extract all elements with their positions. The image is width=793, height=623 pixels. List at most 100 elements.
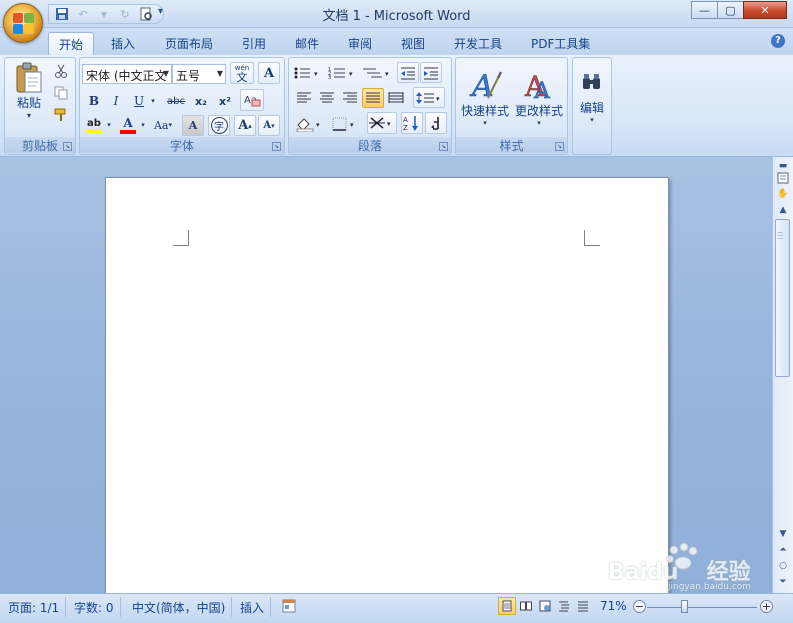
paste-dropdown-icon[interactable]: ▾ (27, 111, 31, 120)
font-size-combo[interactable]: 五号 ▼ (172, 64, 226, 84)
paste-label: 粘贴 (16, 96, 41, 110)
minimize-button[interactable]: — (691, 1, 718, 19)
outline-view-icon[interactable] (555, 597, 573, 615)
zoom-in-button[interactable]: + (760, 600, 773, 613)
clear-formatting-button[interactable]: Aa (240, 89, 264, 111)
document-page[interactable] (105, 177, 669, 593)
paragraph-group-label: 段落 (289, 137, 451, 153)
editing-button[interactable]: 编辑 ▾ (575, 60, 609, 134)
decrease-indent-button[interactable] (397, 62, 419, 83)
show-marks-button[interactable] (425, 112, 447, 134)
tab-review[interactable]: 审阅 (338, 32, 382, 55)
cut-icon[interactable] (51, 62, 71, 80)
full-screen-reading-icon[interactable] (517, 597, 535, 615)
justify-icon (366, 92, 380, 103)
multilevel-list-button[interactable]: ▾ (361, 63, 393, 83)
tab-page-layout[interactable]: 页面布局 (155, 32, 223, 55)
web-layout-icon[interactable] (536, 597, 554, 615)
zoom-thumb[interactable] (681, 600, 689, 613)
office-button[interactable] (3, 3, 43, 43)
help-icon[interactable]: ? (771, 34, 785, 48)
phonetic-guide-button[interactable]: wén 文 (230, 62, 254, 84)
bold-button[interactable]: B (84, 91, 104, 111)
justify-button[interactable] (362, 88, 384, 108)
highlight-button[interactable]: ab (84, 115, 104, 135)
tab-mailings[interactable]: 邮件 (285, 32, 329, 55)
bullets-button[interactable]: ▾ (291, 63, 325, 83)
next-page-icon[interactable]: ⏷ (775, 575, 791, 589)
font-launcher-icon[interactable]: ↘ (272, 142, 281, 151)
page-count[interactable]: 页面: 1/1 (2, 597, 67, 617)
svg-text:▾: ▾ (350, 121, 354, 129)
change-styles-button[interactable]: A A 更改样式 ▾ (513, 60, 565, 134)
multilevel-list-icon: ▾ (363, 68, 389, 78)
crop-mark-top-right (584, 230, 600, 246)
distribute-button[interactable] (385, 88, 407, 108)
previous-page-icon[interactable]: ⏶ (775, 543, 791, 557)
align-right-button[interactable] (339, 88, 361, 108)
superscript-button[interactable]: x² (214, 91, 236, 111)
sort-button[interactable]: AZ (401, 112, 423, 134)
shading-button[interactable]: ▾ (293, 113, 327, 135)
borders-button[interactable]: ▾ (331, 113, 361, 135)
quick-styles-button[interactable]: A 快速样式 ▾ (459, 60, 511, 134)
line-spacing-button[interactable]: ▾ (413, 87, 445, 108)
highlight-dropdown-icon[interactable]: ▾ (104, 115, 114, 135)
align-left-button[interactable] (293, 88, 315, 108)
shrink-arrow-icon: ▾ (271, 121, 275, 130)
macro-recording-icon[interactable] (276, 597, 302, 617)
font-color-dropdown-icon[interactable]: ▾ (138, 115, 148, 135)
chinese-layout-icon: ▾ (369, 117, 391, 129)
scrollbar-thumb[interactable] (775, 219, 790, 377)
paste-icon (16, 62, 42, 93)
tab-insert[interactable]: 插入 (101, 32, 145, 55)
chinese-layout-button[interactable]: ▾ (367, 112, 397, 134)
zoom-slider[interactable]: − + (633, 598, 773, 616)
paragraph-launcher-icon[interactable]: ↘ (439, 142, 448, 151)
shrink-font-button[interactable]: A ▾ (258, 115, 280, 136)
align-center-button[interactable] (316, 88, 338, 108)
italic-button[interactable]: I (106, 91, 126, 111)
tab-view[interactable]: 视图 (391, 32, 435, 55)
grow-font-button[interactable]: A ▴ (234, 115, 256, 136)
clipboard-launcher-icon[interactable]: ↘ (63, 142, 72, 151)
zoom-out-button[interactable]: − (633, 600, 646, 613)
hand-tool-icon[interactable]: ✋ (775, 187, 791, 201)
scroll-up-icon[interactable]: ▲ (775, 203, 791, 217)
strikethrough-button[interactable]: abc (164, 91, 188, 111)
tab-references[interactable]: 引用 (232, 32, 276, 55)
tab-developer[interactable]: 开发工具 (444, 32, 512, 55)
align-left-icon (297, 92, 311, 103)
underline-button[interactable]: U (130, 91, 148, 111)
insert-mode[interactable]: 插入 (234, 597, 272, 617)
close-button[interactable]: ✕ (743, 1, 787, 19)
tab-home[interactable]: 开始 (48, 32, 95, 55)
word-count[interactable]: 字数: 0 (68, 597, 121, 617)
font-group-label: 字体 (80, 137, 284, 153)
print-layout-icon[interactable] (498, 597, 516, 615)
change-case-button[interactable]: Aa ▾ (150, 115, 176, 135)
numbering-button[interactable]: 1 2 3 ▾ (327, 63, 359, 83)
char-shading-button[interactable]: A (182, 115, 204, 136)
draft-view-icon[interactable] (574, 597, 592, 615)
copy-icon[interactable] (51, 84, 71, 102)
tab-pdf-tools[interactable]: PDF工具集 (521, 32, 600, 55)
language-indicator[interactable]: 中文(简体，中国) (126, 597, 233, 617)
paste-button[interactable]: 粘贴 ▾ (9, 60, 49, 122)
zoom-level[interactable]: 71% (600, 599, 627, 613)
browse-object-icon[interactable]: ○ (775, 559, 791, 573)
enclose-char-button[interactable]: 字 (208, 115, 230, 136)
char-border-button[interactable]: A (258, 62, 280, 84)
format-painter-icon[interactable] (51, 106, 71, 124)
font-color-button[interactable]: A (118, 115, 138, 135)
font-name-combo[interactable]: 宋体 (中文正文 ▼ (82, 64, 172, 84)
maximize-button[interactable]: ▢ (717, 1, 744, 19)
increase-indent-button[interactable] (420, 62, 442, 83)
subscript-button[interactable]: x₂ (190, 91, 212, 111)
styles-launcher-icon[interactable]: ↘ (555, 142, 564, 151)
select-object-icon[interactable] (775, 171, 791, 185)
underline-dropdown-icon[interactable]: ▾ (148, 91, 158, 111)
vertical-scrollbar[interactable]: ▬ ✋ ▲ — — — ▼ ⏶ ○ ⏷ (772, 157, 793, 593)
scroll-down-icon[interactable]: ▼ (775, 527, 791, 541)
window-title: 文档 1 - Microsoft Word (322, 9, 471, 24)
